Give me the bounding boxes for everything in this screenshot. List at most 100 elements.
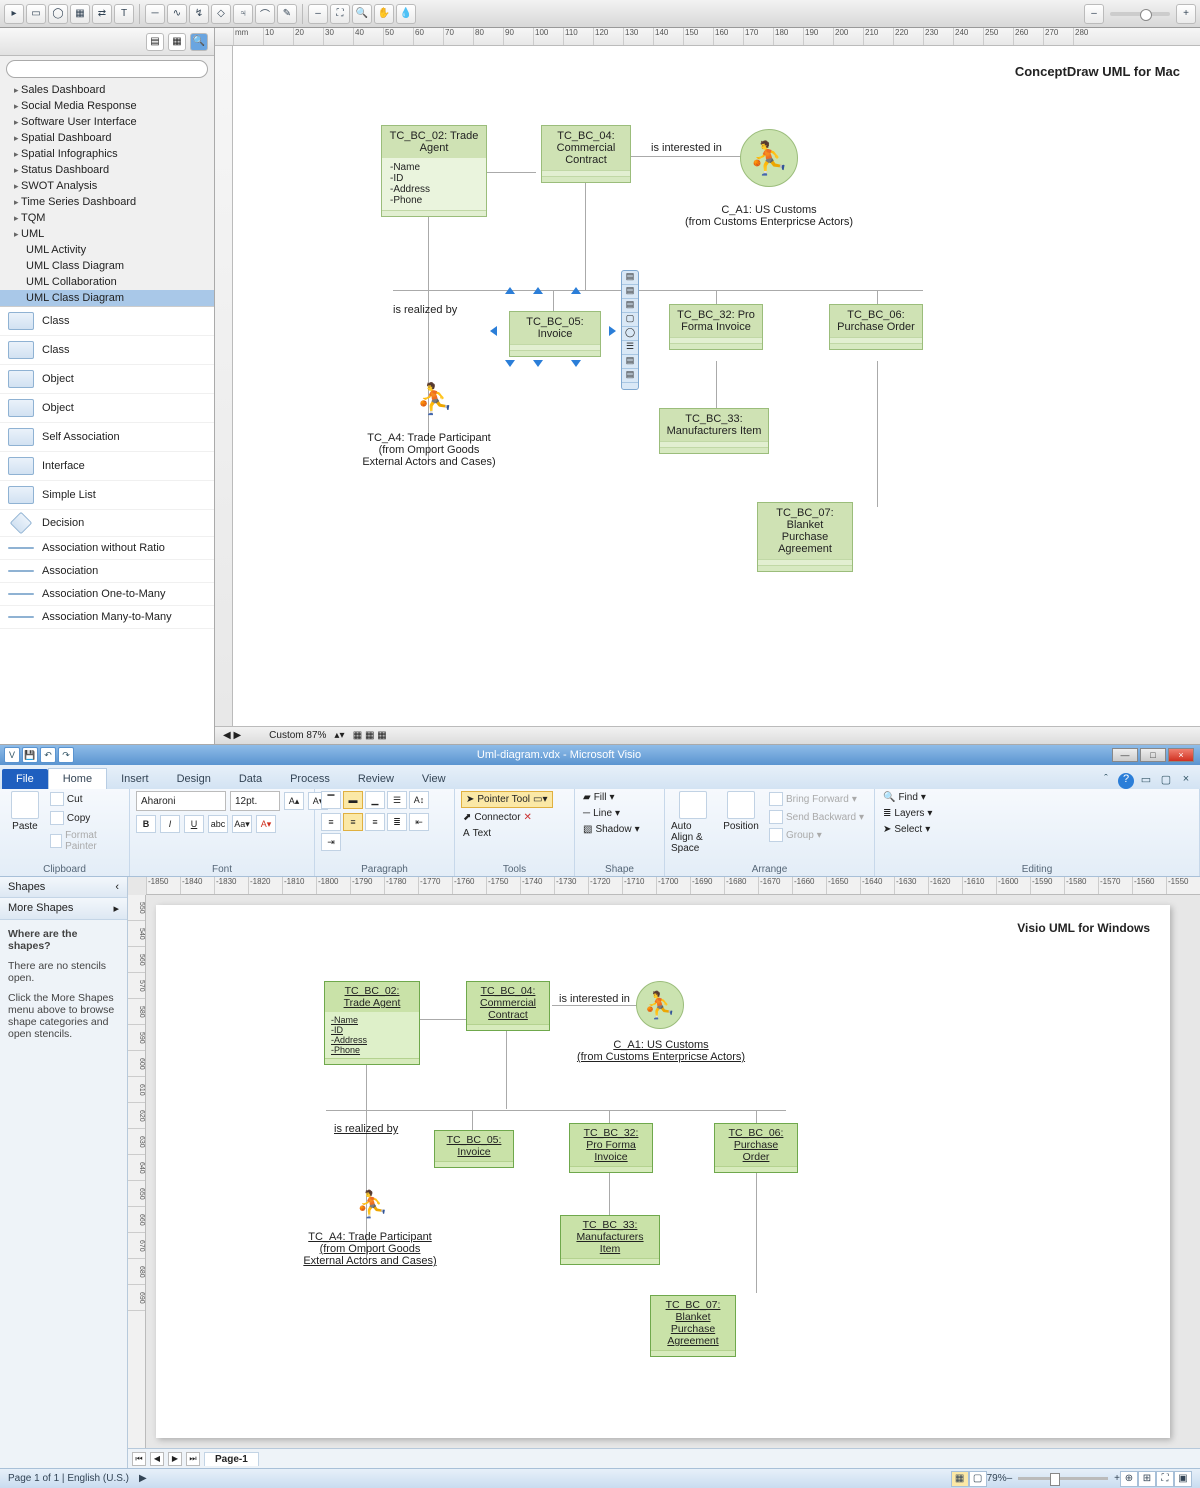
search-library-icon[interactable]: 🔍 <box>190 33 208 51</box>
tree-item[interactable]: Software User Interface <box>0 114 214 130</box>
close-button[interactable]: × <box>1168 748 1194 762</box>
library-tree[interactable]: Sales Dashboard Social Media Response So… <box>0 82 214 306</box>
tree-leaf-selected[interactable]: UML Class Diagram <box>0 290 214 306</box>
view-normal-icon[interactable]: ▦ <box>951 1471 969 1487</box>
uml-class-tc-bc-32[interactable]: TC_BC_32: Pro Forma Invoice <box>669 304 763 350</box>
align-center-icon[interactable]: ≡ <box>343 813 363 831</box>
view-full-icon[interactable]: ▢ <box>969 1471 987 1487</box>
hand-tool-icon[interactable]: ✋ <box>374 4 394 24</box>
rect-tool-icon[interactable]: ▭ <box>26 4 46 24</box>
uml-class-tc-bc-07[interactable]: TC_BC_07: Blanket Purchase Agreement <box>650 1295 736 1357</box>
visio-logo-icon[interactable]: V <box>4 747 20 763</box>
uml-class-tc-bc-06[interactable]: TC_BC_06: Purchase Order <box>829 304 923 350</box>
zoom-slider[interactable] <box>1110 12 1170 16</box>
zoom-slider[interactable] <box>1018 1477 1108 1480</box>
tree-item[interactable]: Spatial Dashboard <box>0 130 214 146</box>
page-tab[interactable]: Page-1 <box>204 1452 259 1466</box>
justify-icon[interactable]: ≣ <box>387 813 407 831</box>
shape-item[interactable]: Object <box>0 394 214 423</box>
indent-inc-icon[interactable]: ⇥ <box>321 833 341 851</box>
shadow-button[interactable]: ▧Shadow ▾ <box>581 823 642 836</box>
resize-handle-icon[interactable] <box>505 360 515 372</box>
bold-button[interactable]: B <box>136 815 156 833</box>
pointer-tool-button[interactable]: ➤Pointer Tool ▭▾ <box>461 791 553 808</box>
uml-class-tc-bc-04[interactable]: TC_BC_04: Commercial Contract <box>466 981 550 1031</box>
library-search-input[interactable] <box>6 60 208 78</box>
strike-button[interactable]: abc <box>208 815 228 833</box>
paste-button[interactable]: Paste <box>6 791 44 832</box>
curve-tool-icon[interactable]: ∿ <box>167 4 187 24</box>
shape-item[interactable]: Decision <box>0 510 214 537</box>
save-icon[interactable]: 💾 <box>22 747 38 763</box>
pen-tool-icon[interactable]: ✎ <box>277 4 297 24</box>
maximize-button[interactable]: □ <box>1140 748 1166 762</box>
layers-button[interactable]: ≣Layers ▾ <box>881 807 934 820</box>
uml-class-tc-bc-05[interactable]: TC_BC_05: Invoice <box>434 1130 514 1168</box>
uml-class-tc-bc-32[interactable]: TC_BC_32: Pro Forma Invoice <box>569 1123 653 1173</box>
tab-home[interactable]: Home <box>48 768 107 789</box>
more-shapes-button[interactable]: More Shapes▸ <box>0 898 127 920</box>
underline-button[interactable]: U <box>184 815 204 833</box>
uml-class-tc-bc-02[interactable]: TC_BC_02: Trade Agent -Name -ID -Address… <box>381 125 487 217</box>
indent-dec-icon[interactable]: ⇤ <box>409 813 429 831</box>
tab-file[interactable]: File <box>2 769 48 789</box>
help-icon[interactable]: ? <box>1118 773 1134 789</box>
tree-item[interactable]: Spatial Infographics <box>0 146 214 162</box>
resize-handle-icon[interactable] <box>505 282 515 294</box>
eyedropper-icon[interactable]: 💧 <box>396 4 416 24</box>
line-tool-icon[interactable]: ─ <box>145 4 165 24</box>
smart-action-panel[interactable]: ▤▤▤▢◯☰▤▤ <box>621 270 639 390</box>
tree-tool-icon[interactable]: ♃ <box>233 4 253 24</box>
resize-handle-icon[interactable] <box>571 282 581 294</box>
tree-item[interactable]: Sales Dashboard <box>0 82 214 98</box>
font-color-button[interactable]: A▾ <box>256 815 276 833</box>
align-middle-icon[interactable]: ▬ <box>343 791 363 809</box>
shape-item[interactable]: Self Association <box>0 423 214 452</box>
tab-nav-prev-icon[interactable]: ◀ <box>150 1452 164 1466</box>
macro-recorder-icon[interactable]: ▶ <box>139 1473 147 1484</box>
pointer-tool-icon[interactable]: ▸ <box>4 4 24 24</box>
tree-item[interactable]: Social Media Response <box>0 98 214 114</box>
ellipse-tool-icon[interactable]: ◯ <box>48 4 68 24</box>
shape-tool-icon[interactable]: ◇ <box>211 4 231 24</box>
uml-class-tc-bc-06[interactable]: TC_BC_06: Purchase Order <box>714 1123 798 1173</box>
tab-process[interactable]: Process <box>276 769 344 789</box>
layout-tool-icon[interactable]: ▦ <box>70 4 90 24</box>
uml-class-tc-bc-33[interactable]: TC_BC_33: Manufacturers Item <box>659 408 769 454</box>
uml-class-tc-bc-04[interactable]: TC_BC_04: Commercial Contract <box>541 125 631 183</box>
text-tool-button[interactable]: AText <box>461 827 493 840</box>
group-button[interactable]: Group ▾ <box>767 827 866 843</box>
shape-item[interactable]: Class <box>0 336 214 365</box>
tree-item[interactable]: SWOT Analysis <box>0 178 214 194</box>
tab-insert[interactable]: Insert <box>107 769 163 789</box>
switch-windows-icon[interactable]: ▣ <box>1174 1471 1192 1487</box>
align-left-icon[interactable]: ≡ <box>321 813 341 831</box>
resize-handle-icon[interactable] <box>609 326 621 336</box>
bullets-icon[interactable]: ☰ <box>387 791 407 809</box>
tree-item[interactable]: Status Dashboard <box>0 162 214 178</box>
tab-data[interactable]: Data <box>225 769 276 789</box>
tree-item[interactable]: UML <box>0 226 214 242</box>
find-button[interactable]: 🔍Find ▾ <box>881 791 928 804</box>
drawing-page[interactable]: Visio UML for Windows is realized by is … <box>156 905 1170 1438</box>
shapes-pane-header[interactable]: Shapes‹ <box>0 877 127 898</box>
line-button[interactable]: ─Line ▾ <box>581 807 622 820</box>
tree-item[interactable]: Time Series Dashboard <box>0 194 214 210</box>
minimize-button[interactable]: — <box>1112 748 1138 762</box>
uml-class-tc-bc-02[interactable]: TC_BC_02: Trade Agent -Name-ID-Address-P… <box>324 981 420 1065</box>
zoom-plus-icon[interactable]: + <box>1176 4 1196 24</box>
shape-item[interactable]: Association <box>0 560 214 583</box>
auto-align-button[interactable]: Auto Align & Space <box>671 791 715 854</box>
grid-view-icon[interactable]: ▦ <box>168 33 186 51</box>
fit-page-icon[interactable]: ⊕ <box>1120 1471 1138 1487</box>
connector-tool-icon[interactable]: ⇄ <box>92 4 112 24</box>
shape-item[interactable]: Class <box>0 307 214 336</box>
tab-nav-last-icon[interactable]: ⏭ <box>186 1452 200 1466</box>
align-right-icon[interactable]: ≡ <box>365 813 385 831</box>
resize-handle-icon[interactable] <box>571 360 581 372</box>
italic-button[interactable]: I <box>160 815 180 833</box>
align-top-icon[interactable]: ▔ <box>321 791 341 809</box>
copy-button[interactable]: Copy <box>48 810 123 826</box>
send-backward-button[interactable]: Send Backward ▾ <box>767 809 866 825</box>
uml-class-tc-bc-07[interactable]: TC_BC_07: Blanket Purchase Agreement <box>757 502 853 572</box>
